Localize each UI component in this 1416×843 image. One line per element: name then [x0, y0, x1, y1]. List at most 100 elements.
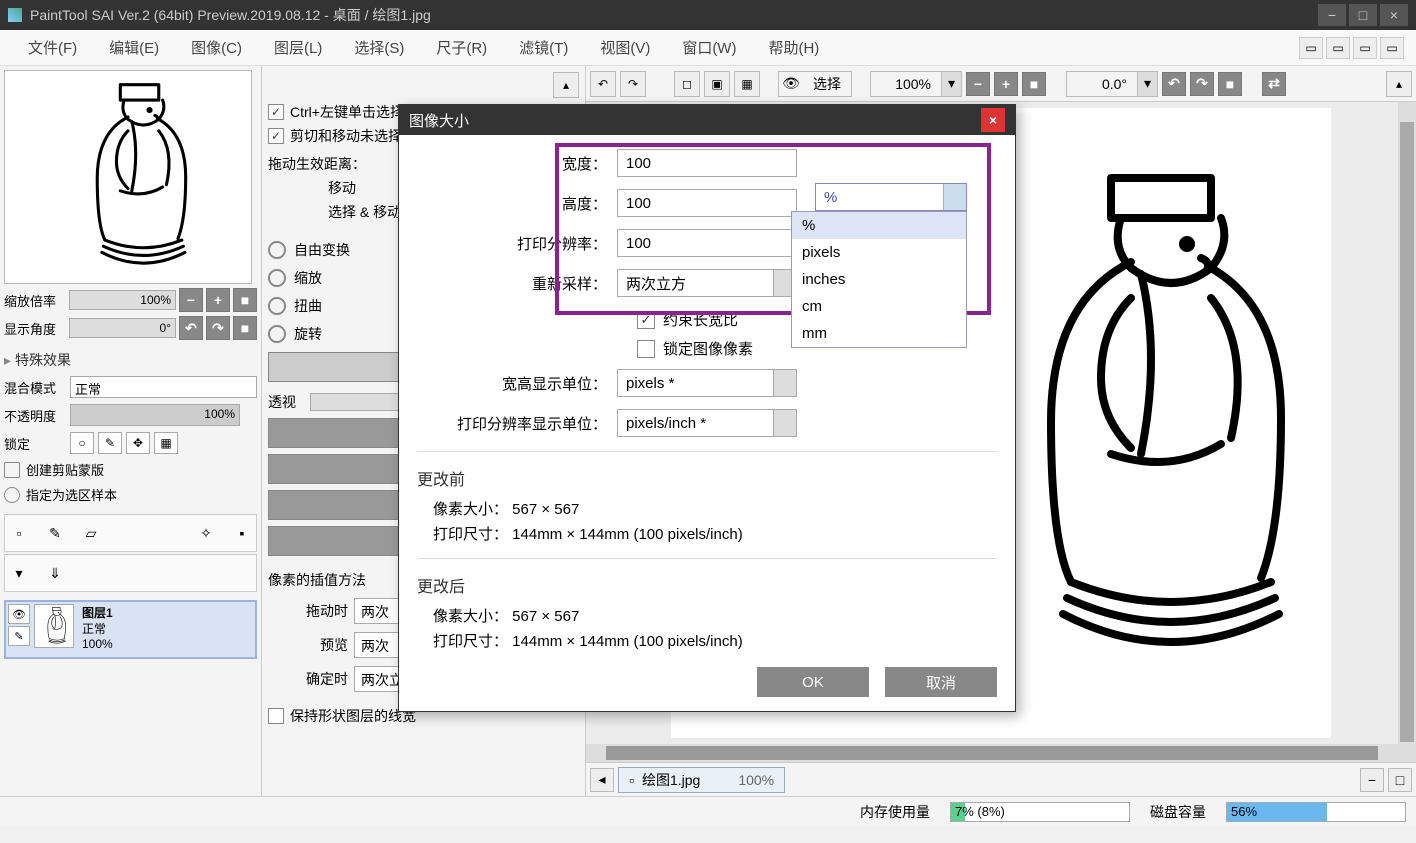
selection-source-radio[interactable]: 指定为选区样本 [4, 485, 257, 504]
blend-mode-dropdown[interactable]: 正常 [70, 376, 257, 398]
before-print-size: 打印尺寸： 144mm × 144mm (100 pixels/inch) [433, 523, 997, 544]
angle-reset-button[interactable]: ■ [233, 316, 257, 340]
angle-slider[interactable]: 0° [69, 318, 176, 338]
panel-collapse-icon[interactable]: ▴ [553, 72, 579, 98]
res-unit-dropdown[interactable]: pixels/inch * [617, 409, 797, 437]
minimize-button[interactable]: − [1318, 4, 1346, 26]
new-linework-icon[interactable]: ✎ [45, 523, 65, 543]
blend-mode-label: 混合模式 [4, 378, 66, 397]
merge-down-icon[interactable]: ▾ [9, 563, 29, 583]
delete-layer-icon[interactable]: ▪ [232, 523, 252, 543]
panel-toggle-1[interactable]: ▭ [1299, 37, 1323, 59]
resample-dropdown[interactable]: 两次立方 [617, 269, 797, 297]
angle-dropdown-icon[interactable]: ▾ [1137, 72, 1157, 96]
zoom-in-button[interactable]: + [206, 288, 230, 312]
panel-toggle-4[interactable]: ▭ [1380, 37, 1404, 59]
layer-visibility-icon[interactable]: 👁 [8, 604, 30, 624]
rotate-ccw-button[interactable]: ↶ [179, 316, 203, 340]
lock-move-button[interactable]: ✥ [126, 432, 150, 454]
height-label: 高度： [417, 193, 617, 214]
canvas-zoom-fit[interactable]: ■ [1022, 72, 1046, 96]
lock-all-button[interactable]: ▦ [154, 432, 178, 454]
canvas-rotate-cw[interactable]: ↷ [1190, 72, 1214, 96]
app-icon [8, 8, 22, 22]
dialog-titlebar[interactable]: 图像大小 × [399, 105, 1015, 135]
clear-layer-icon[interactable]: ✧ [196, 523, 216, 543]
panel-toggle-3[interactable]: ▭ [1353, 37, 1377, 59]
menu-window[interactable]: 窗口(W) [666, 31, 752, 64]
menu-bar: 文件(F) 编辑(E) 图像(C) 图层(L) 选择(S) 尺子(R) 滤镜(T… [0, 30, 1416, 66]
menu-help[interactable]: 帮助(H) [752, 31, 835, 64]
menu-ruler[interactable]: 尺子(R) [420, 31, 503, 64]
opacity-slider[interactable]: 100% [70, 404, 240, 426]
invert-sel-button[interactable]: ▣ [704, 71, 730, 97]
flip-horizontal-button[interactable]: ⇄ [1262, 72, 1286, 96]
menu-file[interactable]: 文件(F) [12, 31, 93, 64]
unit-option-percent[interactable]: % [792, 212, 966, 239]
scroll-up-button[interactable]: ▴ [1386, 71, 1412, 97]
zoom-reset-button[interactable]: ■ [233, 288, 257, 312]
resample-label: 重新采样： [417, 273, 617, 294]
tab-prev-button[interactable]: ◂ [590, 768, 614, 792]
after-pixel-size: 像素大小： 567 × 567 [433, 605, 997, 626]
menu-layer[interactable]: 图层(L) [258, 31, 338, 64]
layer-item[interactable]: 👁 ✎ 图层1 正常 100% [4, 600, 257, 659]
layer-edit-icon[interactable]: ✎ [8, 626, 30, 646]
panel-toggle-2[interactable]: ▭ [1326, 37, 1350, 59]
canvas-zoom-in[interactable]: + [994, 72, 1018, 96]
dialog-title: 图像大小 [409, 110, 981, 131]
zoom-out-button[interactable]: − [179, 288, 203, 312]
height-input[interactable] [617, 189, 797, 217]
menu-image[interactable]: 图像(C) [175, 31, 258, 64]
horizontal-scrollbar[interactable] [586, 744, 1398, 762]
deselect-button[interactable]: ◻ [674, 71, 700, 97]
width-label: 宽度： [417, 153, 617, 174]
resolution-input[interactable] [617, 229, 797, 257]
show-sel-button[interactable]: ▦ [734, 71, 760, 97]
clip-mask-checkbox[interactable]: 创建剪贴蒙版 [4, 460, 257, 479]
menu-view[interactable]: 视图(V) [584, 31, 666, 64]
special-effects-header[interactable]: 特殊效果 [4, 350, 257, 370]
menu-filter[interactable]: 滤镜(T) [503, 31, 584, 64]
canvas-angle-box[interactable]: 0.0°▾ [1066, 71, 1158, 97]
wh-unit-dropdown[interactable]: pixels * [617, 369, 797, 397]
zoom-slider[interactable]: 100% [69, 290, 176, 310]
zoom-dropdown-icon[interactable]: ▾ [941, 72, 961, 96]
new-layer-icon[interactable]: ▫ [9, 523, 29, 543]
dialog-cancel-button[interactable]: 取消 [885, 667, 997, 697]
menu-edit[interactable]: 编辑(E) [93, 31, 175, 64]
canvas-rotate-ccw[interactable]: ↶ [1162, 72, 1186, 96]
tab-max-button[interactable]: □ [1388, 768, 1412, 792]
close-window-button[interactable]: × [1380, 4, 1408, 26]
menu-select[interactable]: 选择(S) [338, 31, 420, 64]
unit-option-cm[interactable]: cm [792, 293, 966, 320]
before-pixel-size: 像素大小： 567 × 567 [433, 498, 997, 519]
unit-option-pixels[interactable]: pixels [792, 239, 966, 266]
canvas-zoom-out[interactable]: − [966, 72, 990, 96]
window-title: PaintTool SAI Ver.2 (64bit) Preview.2019… [30, 5, 1315, 25]
navigator-thumbnail[interactable] [4, 70, 252, 284]
lock-paint-button[interactable]: ✎ [98, 432, 122, 454]
mask-icon[interactable]: ▱ [81, 523, 101, 543]
unit-dropdown[interactable]: % [815, 183, 967, 211]
selection-mode[interactable]: 👁 选择 [778, 71, 852, 97]
lock-none-button[interactable]: ○ [70, 432, 94, 454]
tab-min-button[interactable]: − [1360, 768, 1384, 792]
dialog-close-button[interactable]: × [981, 108, 1005, 132]
canvas-angle-reset[interactable]: ■ [1218, 72, 1242, 96]
disk-meter: 56% [1226, 802, 1406, 822]
redo-button[interactable]: ↷ [620, 71, 646, 97]
width-input[interactable] [617, 149, 797, 177]
undo-button[interactable]: ↶ [590, 71, 616, 97]
unit-option-mm[interactable]: mm [792, 320, 966, 347]
canvas-zoom-box[interactable]: 100%▾ [870, 71, 962, 97]
after-print-size: 打印尺寸： 144mm × 144mm (100 pixels/inch) [433, 630, 997, 651]
rotate-cw-button[interactable]: ↷ [206, 316, 230, 340]
maximize-button[interactable]: □ [1349, 4, 1377, 26]
vertical-scrollbar[interactable] [1398, 102, 1416, 762]
transfer-down-icon[interactable]: ⇓ [45, 563, 65, 583]
dialog-ok-button[interactable]: OK [757, 667, 869, 697]
unit-option-inches[interactable]: inches [792, 266, 966, 293]
memory-meter: 7% (8%) [950, 802, 1130, 822]
document-tab[interactable]: ▫ 绘图1.jpg 100% [618, 767, 785, 793]
